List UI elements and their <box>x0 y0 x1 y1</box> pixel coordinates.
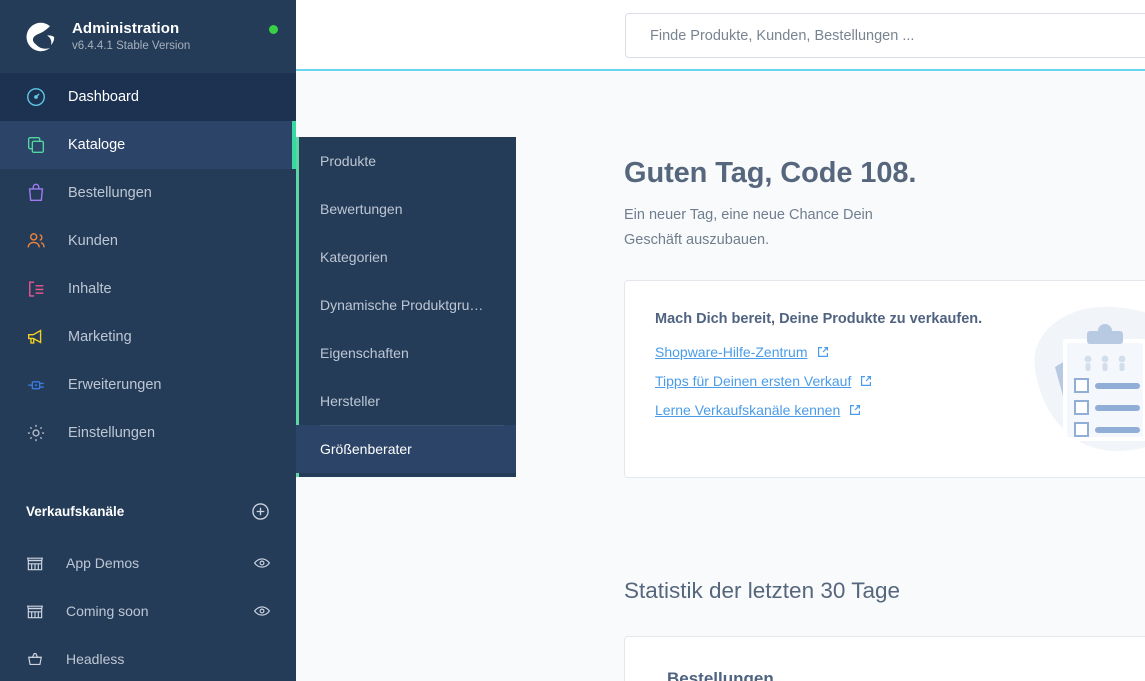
sidebar-channel-coming-soon[interactable]: Coming soon <box>0 587 296 635</box>
megaphone-icon <box>22 323 50 351</box>
flyout-item-label: Eigenschaften <box>320 345 409 361</box>
flyout-item-label: Kategorien <box>320 249 388 265</box>
statistics-section-heading: Statistik der letzten 30 Tage <box>624 578 900 603</box>
promo-heading: Mach Dich bereit, Deine Produkte zu verk… <box>655 311 983 327</box>
flyout-item-eigenschaften[interactable]: Eigenschaften <box>296 329 516 377</box>
external-link-icon <box>817 346 829 358</box>
sidebar-item-kataloge[interactable]: Kataloge <box>0 121 296 169</box>
plus-circle-icon[interactable] <box>250 501 270 521</box>
online-status-dot <box>269 25 278 34</box>
greeting-subtitle: Ein neuer Tag, eine neue Chance Dein Ges… <box>624 207 873 248</box>
eye-icon[interactable] <box>252 601 272 621</box>
storefront-icon <box>22 550 48 576</box>
sales-channels-title: Verkaufskanäle <box>26 503 125 519</box>
shopware-logo-icon <box>20 18 58 56</box>
sidebar-item-inhalte[interactable]: Inhalte <box>0 265 296 313</box>
gear-icon <box>22 419 50 447</box>
sidebar-item-label: Einstellungen <box>68 425 156 441</box>
flyout-item-produkte[interactable]: Produkte <box>296 137 516 185</box>
sidebar-item-label: Inhalte <box>68 281 112 297</box>
sidebar: Administration v6.4.4.1 Stable Version D… <box>0 0 296 681</box>
promo-link-help-center[interactable]: Shopware-Hilfe-Zentrum <box>655 344 808 360</box>
sidebar-channel-label: Headless <box>66 651 125 667</box>
sidebar-item-label: Dashboard <box>68 89 139 105</box>
flyout-item-label: Produkte <box>320 153 377 169</box>
sales-channels-section-header: Verkaufskanäle <box>0 483 296 539</box>
flyout-item-label: Hersteller <box>320 393 380 409</box>
flyout-item-dynamische-produktgruppen[interactable]: Dynamische Produktgru… <box>296 281 516 329</box>
flyout-item-label: Größenberater <box>320 441 412 457</box>
promo-link-first-sale-tips[interactable]: Tipps für Deinen ersten Verkauf <box>655 373 851 389</box>
greeting-block: Guten Tag, Code 108. Ein neuer Tag, eine… <box>624 157 1084 253</box>
promo-link-sales-channels[interactable]: Lerne Verkaufskanäle kennen <box>655 402 840 418</box>
brand-title: Administration <box>72 19 180 37</box>
sales-channels-list: App Demos Coming soon Headless <box>0 539 296 681</box>
primary-navigation: Dashboard Kataloge Bestellungen Kunden I… <box>0 73 296 457</box>
shopping-bag-icon <box>22 179 50 207</box>
flyout-item-hersteller[interactable]: Hersteller <box>296 377 516 425</box>
sidebar-channel-headless[interactable]: Headless <box>0 635 296 681</box>
page-title: Guten Tag, Code 108. <box>624 157 917 189</box>
brand-version: v6.4.4.1 Stable Version <box>72 40 191 53</box>
sidebar-item-label: Kataloge <box>68 137 126 153</box>
admin-application-window: Guten Tag, Code 108. Ein neuer Tag, eine… <box>0 0 1145 681</box>
flyout-item-label: Dynamische Produktgru… <box>320 297 484 313</box>
promo-content: Mach Dich bereit, Deine Produkte zu verk… <box>625 281 1145 418</box>
flyout-item-kategorien[interactable]: Kategorien <box>296 233 516 281</box>
storefront-icon <box>22 598 48 624</box>
plug-icon <box>22 371 50 399</box>
sidebar-item-dashboard[interactable]: Dashboard <box>0 73 296 121</box>
sidebar-channel-label: App Demos <box>66 555 140 571</box>
search-input[interactable] <box>625 13 1145 58</box>
flyout-item-groessenberater[interactable]: Größenberater <box>296 425 516 473</box>
sidebar-channel-label: Coming soon <box>66 603 149 619</box>
sidebar-item-erweiterungen[interactable]: Erweiterungen <box>0 361 296 409</box>
flyout-item-bewertungen[interactable]: Bewertungen <box>296 185 516 233</box>
external-link-icon <box>849 404 861 416</box>
statistics-card-title: Bestellungen <box>667 669 774 681</box>
sidebar-item-label: Kunden <box>68 233 118 249</box>
users-icon <box>22 227 50 255</box>
sidebar-item-label: Marketing <box>68 329 132 345</box>
global-search-wrapper <box>625 13 1145 58</box>
promo-link-row[interactable]: Lerne Verkaufskanäle kennen <box>655 402 1145 418</box>
flyout-item-label: Bewertungen <box>320 201 403 217</box>
top-header-bar <box>296 0 1145 71</box>
sidebar-item-label: Bestellungen <box>68 185 152 201</box>
basket-icon <box>22 646 48 672</box>
sidebar-item-kunden[interactable]: Kunden <box>0 217 296 265</box>
promo-link-row[interactable]: Tipps für Deinen ersten Verkauf <box>655 373 1145 389</box>
kataloge-flyout-menu: Produkte Bewertungen Kategorien Dynamisc… <box>296 137 516 477</box>
speedometer-icon <box>22 83 50 111</box>
brand-header: Administration v6.4.4.1 Stable Version <box>0 0 296 73</box>
external-link-icon <box>860 375 872 387</box>
sidebar-item-einstellungen[interactable]: Einstellungen <box>0 409 296 457</box>
promo-link-row[interactable]: Shopware-Hilfe-Zentrum <box>655 344 1145 360</box>
onboarding-promo-card: Mach Dich bereit, Deine Produkte zu verk… <box>624 280 1145 478</box>
content-list-icon <box>22 275 50 303</box>
brand-text: Administration v6.4.4.1 Stable Version <box>72 20 269 53</box>
sidebar-item-bestellungen[interactable]: Bestellungen <box>0 169 296 217</box>
copy-stack-icon <box>22 131 50 159</box>
sidebar-channel-app-demos[interactable]: App Demos <box>0 539 296 587</box>
eye-icon[interactable] <box>252 553 272 573</box>
sidebar-item-marketing[interactable]: Marketing <box>0 313 296 361</box>
statistics-orders-card: Bestellungen <box>624 636 1145 681</box>
sidebar-item-label: Erweiterungen <box>68 377 162 393</box>
